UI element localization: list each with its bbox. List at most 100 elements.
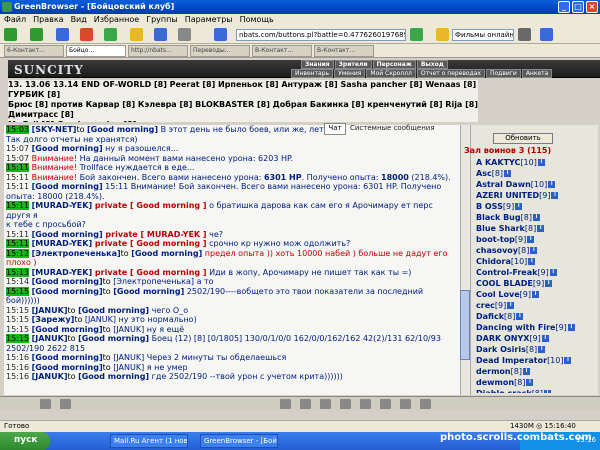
address-input[interactable]: nbats.com/buttons.pl?battle=0.4776260197… [236,29,406,41]
user-item[interactable]: crec[9] i [476,300,598,311]
user-item[interactable]: A KAKTYC[10] i [476,157,598,168]
user-info-icon[interactable]: i [541,335,549,342]
chat-nick[interactable]: [MURAD-YEK] [32,239,93,248]
taskbar-item-greenbrowser[interactable]: GreenBrowser - [Бой... [200,434,278,448]
minimize-button[interactable]: _ [558,1,570,13]
user-name[interactable]: COOL BLADE [476,279,533,288]
close-button[interactable]: × [586,1,598,13]
user-info-icon[interactable]: i [527,236,535,243]
user-info-icon[interactable]: i [516,313,524,320]
chat-option-icon[interactable] [420,399,431,409]
chat-nick[interactable]: [SKY-NET] [32,125,77,134]
menu-item[interactable]: Параметры [185,15,233,24]
browser-tab[interactable]: 6-Контакт... [4,45,64,57]
back-icon[interactable] [4,28,17,41]
user-name[interactable]: Black Bug [476,213,521,222]
home-icon[interactable] [56,28,69,41]
user-info-icon[interactable]: i [544,390,552,393]
refresh-icon[interactable] [104,28,117,41]
user-info-icon[interactable]: i [548,181,556,188]
taskbar-item-mail-agent[interactable]: Mail.Ru Агент (1 нов... [110,434,188,448]
user-item[interactable]: dewmon[8] i [476,377,598,388]
user-info-icon[interactable]: i [531,291,539,298]
chat-nick[interactable]: [JANUK] [32,334,68,343]
user-name[interactable]: Dead Imperator [476,356,547,365]
game-menu-item[interactable]: Персонаж [372,60,416,69]
browser-tab[interactable]: Переводы... [190,45,250,57]
user-info-icon[interactable]: i [564,357,572,364]
browser-tab[interactable]: В-Контакт... [314,45,374,57]
smile-icon[interactable] [280,399,291,409]
chat-nick[interactable]: [Good morning] [78,372,149,381]
menu-item[interactable]: Группы [146,15,177,24]
battle-line[interactable]: 13. 13.06 13.14 END OF-WORLD [8] Peerat … [8,80,478,100]
undo-icon[interactable] [154,28,167,41]
user-item[interactable]: COOL BLADE[9] i [476,278,598,289]
game-menu-item[interactable]: Зрители [334,60,372,69]
user-info-icon[interactable]: i [537,225,545,232]
user-name[interactable]: AZERI UNITED [476,191,539,200]
user-info-icon[interactable]: i [532,214,540,221]
game-submenu-item[interactable]: Подвиги [485,69,521,78]
chat-nick[interactable]: [Good morning] [87,125,158,134]
chat-nick[interactable]: [Good morning] [32,230,103,239]
menu-item[interactable]: Вид [71,15,87,24]
chat-nick[interactable]: [Good morning] [78,334,149,343]
game-submenu-item[interactable]: Мой Скроллл [366,69,416,78]
search-engine-input[interactable]: Фильмы онлайн [452,29,514,41]
user-info-icon[interactable]: i [545,280,553,287]
browser-tab[interactable]: http://nbats... [128,45,188,57]
forward-icon[interactable] [30,28,43,41]
refresh-button[interactable]: Обновить [493,133,553,144]
user-item[interactable]: Dead Imperator[10] i [476,355,598,366]
user-name[interactable]: Control-Freak [476,268,537,277]
tab-chat[interactable]: Чат [324,123,346,135]
tab-system-messages[interactable]: Системные сообщения [350,124,435,132]
chat-nick[interactable]: [Good morning] [32,363,103,372]
menu-item[interactable]: Помощь [240,15,274,24]
chat-nick[interactable]: [Good morning] [32,277,103,286]
user-info-icon[interactable]: i [537,159,545,166]
user-item[interactable]: B OSS[9] i [476,201,598,212]
user-name[interactable]: B OSS [476,202,503,211]
user-name[interactable]: Astral Dawn [476,180,531,189]
chat-nick[interactable]: [Good morning] [113,287,184,296]
user-item[interactable]: Chidora[10] i [476,256,598,267]
user-item[interactable]: Dafick[8] i [476,311,598,322]
chat-nick[interactable]: [Good morning] [32,287,103,296]
chat-nick[interactable]: [Good morning] [32,325,103,334]
user-name[interactable]: Cool Love [476,290,520,299]
user-item[interactable]: Asc[8] i [476,168,598,179]
game-submenu-item[interactable]: Анкета [521,69,553,78]
chat-option-icon[interactable] [400,399,411,409]
user-info-icon[interactable]: i [515,203,523,210]
favorites-icon[interactable] [130,28,143,41]
chat-nick[interactable]: [Электропеченька] [32,249,121,258]
chat-nick[interactable]: [Good morning] [32,182,103,191]
game-submenu-item[interactable]: Инвентарь [291,69,334,78]
chat-nick[interactable]: 6301 HP [264,173,302,182]
user-info-icon[interactable]: i [507,302,515,309]
chat-nick[interactable]: [Зарежу] [32,315,75,324]
user-name[interactable]: A KAKTYC [476,158,520,167]
chat-nick[interactable]: [Good morning] [78,306,149,315]
chat-option-icon[interactable] [60,399,71,409]
chat-nick[interactable]: [Good morning] [32,353,103,362]
user-info-icon[interactable]: i [551,192,559,199]
user-info-icon[interactable]: i [567,324,575,331]
user-info-icon[interactable]: i [528,258,536,265]
user-name[interactable]: Chidora [476,257,511,266]
user-info-icon[interactable]: i [538,346,546,353]
user-name[interactable]: Djablo crack [476,389,532,393]
chat-option-icon[interactable] [40,399,51,409]
translit-icon[interactable] [380,399,391,409]
user-item[interactable]: dermon[8] i [476,366,598,377]
user-info-icon[interactable]: i [526,379,534,386]
chat-scroll-thumb[interactable] [460,290,470,360]
battle-line[interactable]: Брюс [8] против Карвар [8] Кэлевра [8] B… [8,100,478,120]
menu-item[interactable]: Правка [33,15,63,24]
browser-tab[interactable]: В-Контакт... [252,45,312,57]
user-name[interactable]: Dafick [476,312,504,321]
user-name[interactable]: dewmon [476,378,514,387]
plugin-icon[interactable] [540,28,553,41]
